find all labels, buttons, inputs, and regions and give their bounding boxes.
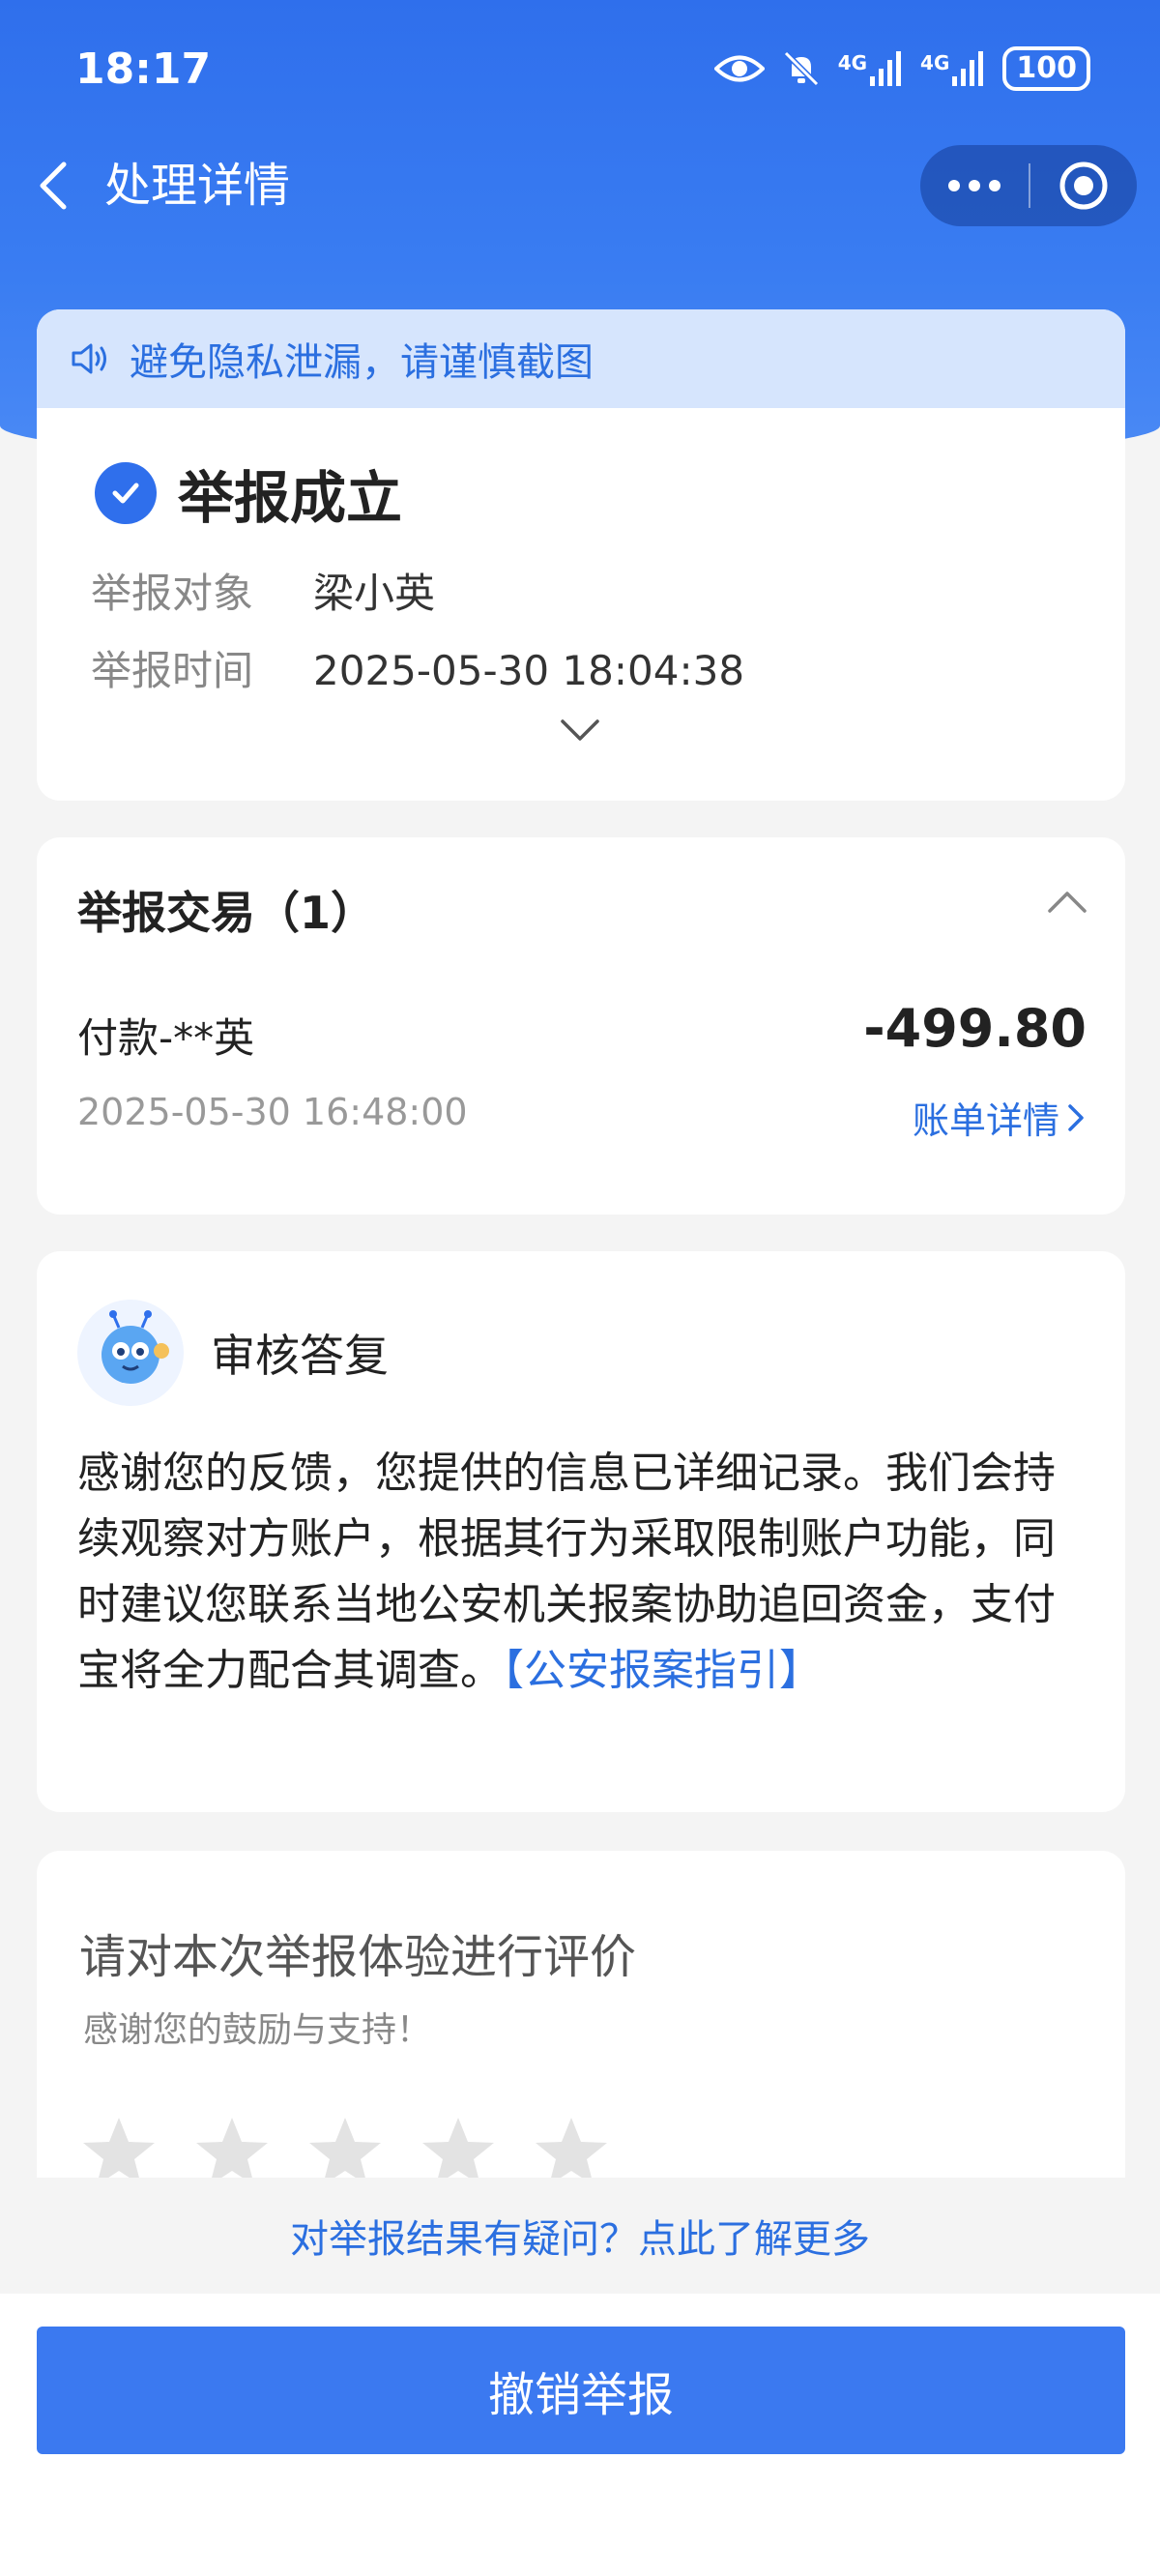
- faq-text: 对举报结果有疑问？点此了解更多: [290, 2217, 870, 2262]
- rating-subtitle: 感谢您的鼓励与支持！: [83, 2010, 432, 2050]
- signal-bars-icon: [952, 51, 984, 86]
- network-type-2: 4G: [920, 51, 950, 74]
- reply-header: 审核答复: [77, 1300, 389, 1406]
- bottom-action-area: 撤销举报: [0, 2294, 1160, 2576]
- back-arrow-icon[interactable]: [31, 157, 89, 215]
- network-type-1: 4G: [837, 51, 868, 74]
- avatar: [77, 1300, 184, 1406]
- police-report-guide-link[interactable]: 【公安报案指引】: [503, 1646, 822, 1695]
- more-dots-icon: [948, 180, 1000, 191]
- result-info: 举报对象 梁小英 举报时间 2025-05-30 18:04:38: [37, 555, 1125, 710]
- signal-1: 4G: [838, 51, 903, 86]
- navigation-bar: 处理详情: [0, 135, 1160, 242]
- report-time-label: 举报时间: [91, 647, 254, 694]
- revoke-report-button[interactable]: 撤销举报: [37, 2327, 1125, 2454]
- chevron-down-icon[interactable]: [559, 716, 601, 745]
- report-target-value: 梁小英: [313, 570, 436, 617]
- rating-stars: [79, 2114, 640, 2180]
- transaction-name: 付款-**英: [77, 1014, 255, 1062]
- status-bar: 18:17 4G 4G 100: [0, 0, 1160, 135]
- star-icon[interactable]: [305, 2114, 385, 2180]
- mini-program-capsule: [920, 145, 1137, 226]
- result-status-row: 举报成立: [95, 453, 1125, 534]
- report-target-row: 举报对象 梁小英: [91, 555, 1125, 632]
- mute-bell-icon: [783, 50, 819, 87]
- transactions-title: 举报交易（1）: [77, 887, 376, 939]
- transaction-item[interactable]: 付款-**英 -499.80 2025-05-30 16:48:00 账单详情: [77, 998, 1087, 1160]
- transaction-amount: -499.80: [863, 998, 1087, 1059]
- star-icon[interactable]: [532, 2114, 611, 2180]
- chevron-right-icon: [1068, 1103, 1084, 1131]
- reply-title: 审核答复: [211, 1330, 389, 1382]
- reply-card: 审核答复 感谢您的反馈，您提供的信息已详细记录。我们会持续观察对方账户，根据其行…: [37, 1251, 1125, 1812]
- speaker-icon: [72, 343, 106, 374]
- star-icon[interactable]: [419, 2114, 498, 2180]
- battery-indicator: 100: [1002, 46, 1090, 91]
- privacy-notice-text: 避免隐私泄漏，请谨慎截图: [130, 340, 594, 385]
- faq-link[interactable]: 对举报结果有疑问？点此了解更多: [0, 2178, 1160, 2294]
- report-time-row: 举报时间 2025-05-30 18:04:38: [91, 632, 1125, 710]
- rating-title: 请对本次举报体验进行评价: [79, 1930, 637, 1984]
- page-title: 处理详情: [104, 159, 291, 213]
- signal-bars-icon: [870, 51, 902, 86]
- signal-2: 4G: [920, 51, 985, 86]
- eye-icon: [713, 55, 765, 82]
- reply-body: 感谢您的反馈，您提供的信息已详细记录。我们会持续观察对方账户，根据其行为采取限制…: [77, 1441, 1092, 1704]
- star-icon[interactable]: [192, 2114, 272, 2180]
- report-time-value: 2025-05-30 18:04:38: [313, 647, 745, 694]
- more-button[interactable]: [920, 145, 1029, 226]
- rating-card: 请对本次举报体验进行评价 感谢您的鼓励与支持！: [37, 1851, 1125, 2180]
- status-icons: 4G 4G 100: [713, 46, 1090, 91]
- bill-detail-link[interactable]: 账单详情: [913, 1091, 1087, 1144]
- robot-mascot-icon: [102, 1310, 169, 1384]
- star-icon[interactable]: [79, 2114, 159, 2180]
- chevron-up-icon[interactable]: [1046, 888, 1088, 917]
- close-mini-program-button[interactable]: [1030, 145, 1137, 226]
- transactions-card: 举报交易（1） 付款-**英 -499.80 2025-05-30 16:48:…: [37, 837, 1125, 1215]
- result-card: 避免隐私泄漏，请谨慎截图 举报成立 举报对象 梁小英 举报时间 2025-05-…: [37, 309, 1125, 801]
- target-circle-icon: [1059, 161, 1108, 210]
- transaction-time: 2025-05-30 16:48:00: [77, 1091, 468, 1133]
- revoke-report-label: 撤销举报: [487, 2368, 674, 2422]
- status-time: 18:17: [75, 44, 212, 94]
- check-icon: [95, 462, 157, 524]
- bill-detail-label: 账单详情: [912, 1099, 1059, 1142]
- result-status: 举报成立: [178, 465, 403, 531]
- privacy-notice: 避免隐私泄漏，请谨慎截图: [37, 309, 1125, 408]
- report-target-label: 举报对象: [91, 570, 254, 617]
